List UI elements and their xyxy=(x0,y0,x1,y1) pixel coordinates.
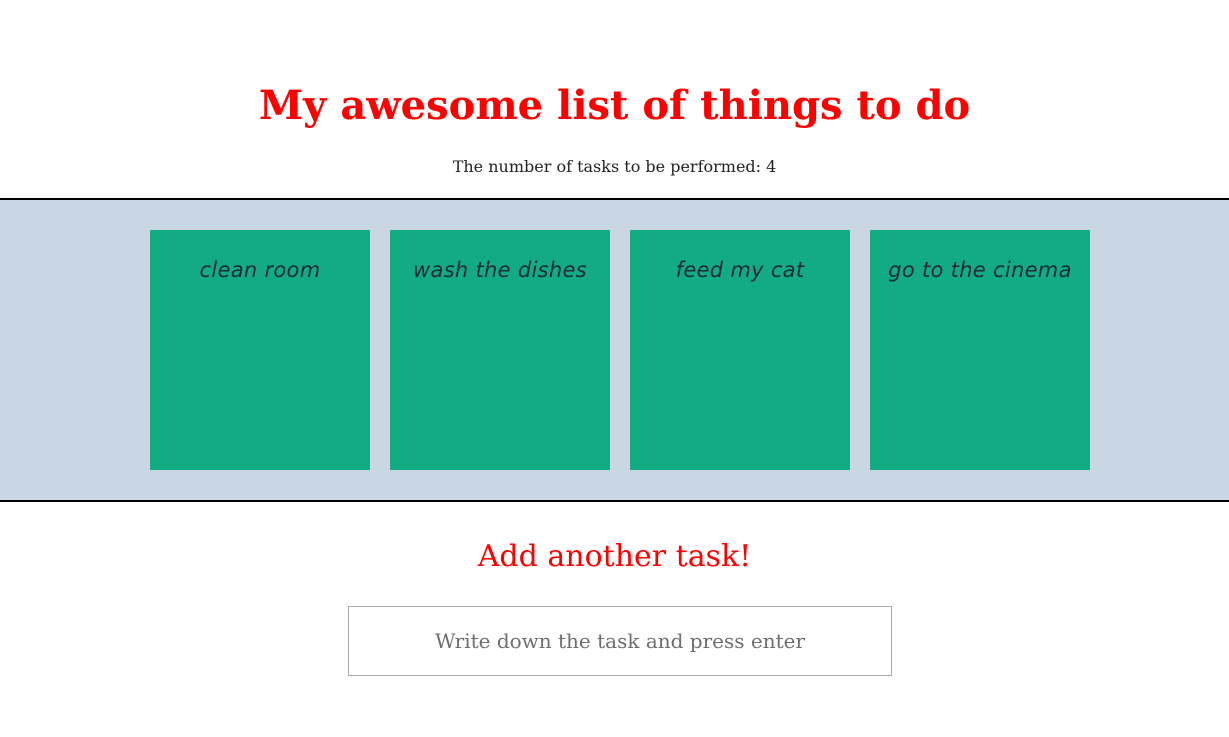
task-board: clean room wash the dishes feed my cat g… xyxy=(0,198,1229,502)
task-notes-list: clean room wash the dishes feed my cat g… xyxy=(150,230,1090,470)
task-note-label: feed my cat xyxy=(675,258,805,282)
new-task-input[interactable] xyxy=(348,606,892,676)
task-note[interactable]: wash the dishes xyxy=(390,230,610,470)
add-task-heading: Add another task! xyxy=(477,539,752,574)
task-note[interactable]: go to the cinema xyxy=(870,230,1090,470)
task-note-label: clean room xyxy=(199,258,321,282)
task-note[interactable]: clean room xyxy=(150,230,370,470)
task-note[interactable]: feed my cat xyxy=(630,230,850,470)
page: My awesome list of things to do The numb… xyxy=(0,0,1229,737)
page-title: My awesome list of things to do xyxy=(258,82,971,129)
task-note-label: go to the cinema xyxy=(888,258,1072,282)
task-counter: The number of tasks to be performed: 4 xyxy=(452,157,777,176)
task-note-label: wash the dishes xyxy=(413,258,587,282)
